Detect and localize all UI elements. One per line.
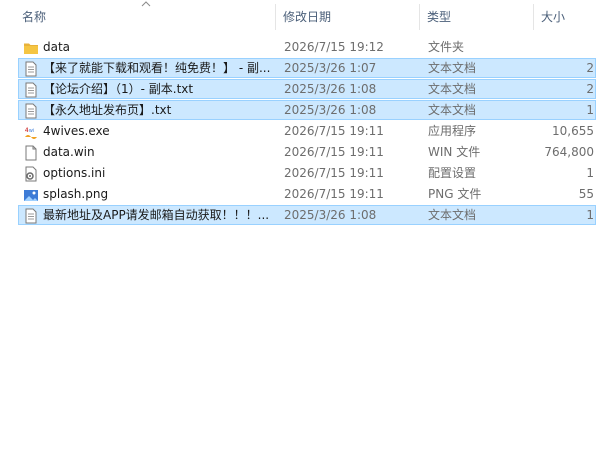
file-size: 1 bbox=[586, 103, 594, 117]
file-date: 2026/7/15 19:11 bbox=[284, 166, 384, 180]
file-type: 文本文档 bbox=[428, 103, 477, 117]
file-size: 2 bbox=[586, 82, 594, 96]
file-date: 2026/7/15 19:12 bbox=[284, 40, 384, 54]
file-name: 4wives.exe bbox=[43, 124, 110, 138]
file-row-ini[interactable]: options.ini 2026/7/15 19:11 配置设置 1 bbox=[18, 163, 596, 183]
image-file-icon bbox=[24, 190, 38, 201]
column-header-size[interactable]: 大小 bbox=[535, 0, 603, 33]
file-type: 应用程序 bbox=[428, 124, 477, 138]
column-header-date[interactable]: 修改日期 bbox=[277, 0, 419, 33]
text-file-icon bbox=[25, 82, 37, 98]
file-size: 55 bbox=[578, 187, 594, 201]
file-row-png[interactable]: splash.png 2026/7/15 19:11 PNG 文件 55 bbox=[18, 184, 596, 204]
file-date: 2026/7/15 19:11 bbox=[284, 187, 384, 201]
file-type: 文本文档 bbox=[428, 61, 477, 75]
file-row-win[interactable]: data.win 2026/7/15 19:11 WIN 文件 764,800 bbox=[18, 142, 596, 162]
file-name: options.ini bbox=[43, 166, 106, 180]
file-name: 【永久地址发布页】.txt bbox=[43, 103, 172, 117]
file-size: 2 bbox=[586, 61, 594, 75]
game-exe-icon: 4 wi bbox=[24, 126, 38, 139]
file-row-exe[interactable]: 4 wi 4wives.exe 2026/7/15 19:11 应用程序 10,… bbox=[18, 121, 596, 141]
file-name: data.win bbox=[43, 145, 95, 159]
file-date: 2026/7/15 19:11 bbox=[284, 124, 384, 138]
file-row-txt-4[interactable]: 最新地址及APP请发邮箱自动获取！！！... 2025/3/26 1:08 文本… bbox=[18, 205, 596, 225]
file-date: 2025/3/26 1:07 bbox=[284, 61, 377, 75]
file-date: 2025/3/26 1:08 bbox=[284, 103, 377, 117]
file-row-data[interactable]: data 2026/7/15 19:12 文件夹 bbox=[18, 37, 596, 57]
file-type: 文本文档 bbox=[428, 208, 477, 222]
folder-icon bbox=[24, 43, 38, 54]
column-divider[interactable] bbox=[533, 4, 534, 30]
file-name: 【论坛介绍】（1）- 副本.txt bbox=[43, 82, 194, 96]
file-size: 764,800 bbox=[544, 145, 594, 159]
file-name: 【来了就能下载和观看！纯免费！】 - 副... bbox=[43, 61, 271, 75]
file-row-txt-3[interactable]: 【永久地址发布页】.txt 2025/3/26 1:08 文本文档 1 bbox=[18, 100, 596, 120]
file-size bbox=[539, 38, 594, 58]
text-file-icon bbox=[25, 61, 37, 77]
file-row-txt-2[interactable]: 【论坛介绍】（1）- 副本.txt 2025/3/26 1:08 文本文档 2 bbox=[18, 79, 596, 99]
file-date: 2025/3/26 1:08 bbox=[284, 82, 377, 96]
sort-ascending-icon bbox=[141, 1, 151, 7]
file-name: splash.png bbox=[43, 187, 109, 201]
file-date: 2026/7/15 19:11 bbox=[284, 145, 384, 159]
file-name: 最新地址及APP请发邮箱自动获取！！！... bbox=[43, 208, 270, 222]
file-size: 1 bbox=[586, 166, 594, 180]
column-divider[interactable] bbox=[419, 4, 420, 30]
blank-file-icon bbox=[25, 145, 37, 161]
file-type: WIN 文件 bbox=[428, 145, 481, 159]
file-type: 文件夹 bbox=[428, 40, 465, 54]
file-type: PNG 文件 bbox=[428, 187, 482, 201]
column-divider[interactable] bbox=[275, 4, 276, 30]
svg-text:wi: wi bbox=[29, 128, 34, 134]
file-type: 文本文档 bbox=[428, 82, 477, 96]
text-file-icon bbox=[25, 208, 37, 224]
column-header-type[interactable]: 类型 bbox=[421, 0, 533, 33]
text-file-icon bbox=[25, 103, 37, 119]
file-date: 2025/3/26 1:08 bbox=[284, 208, 377, 222]
file-size: 10,655 bbox=[552, 124, 594, 138]
settings-file-icon bbox=[25, 166, 37, 182]
column-header-bar: 名称 修改日期 类型 大小 bbox=[0, 0, 603, 33]
file-size: 1 bbox=[586, 208, 594, 222]
file-type: 配置设置 bbox=[428, 166, 477, 180]
file-row-txt-1[interactable]: 【来了就能下载和观看！纯免费！】 - 副... 2025/3/26 1:07 文… bbox=[18, 58, 596, 78]
file-name: data bbox=[43, 40, 71, 54]
